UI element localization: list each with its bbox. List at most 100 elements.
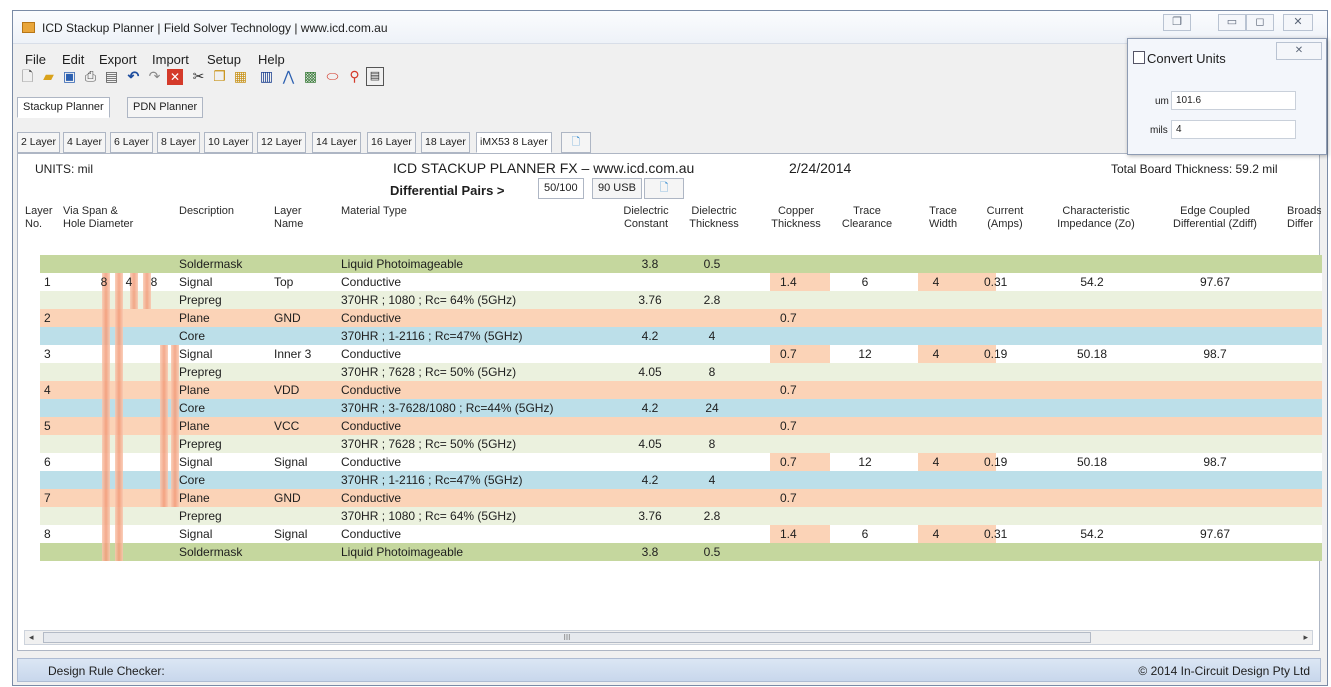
via-diameter-cell[interactable] [122, 381, 136, 399]
material-cell[interactable]: 370HR ; 7628 ; Rc= 50% (5GHz) [341, 435, 621, 453]
material-cell[interactable]: Conductive [341, 417, 621, 435]
layer-name-cell[interactable] [274, 255, 334, 273]
dielectric-constant-cell[interactable] [615, 525, 685, 543]
table-row[interactable]: Prepreg 370HR ; 7628 ; Rc= 50% (5GHz) 4.05… [40, 363, 1322, 381]
menu-edit[interactable]: Edit [62, 52, 84, 67]
layer-no-cell[interactable]: 5 [44, 417, 74, 435]
menu-help[interactable]: Help [258, 52, 285, 67]
copper-thickness-cell[interactable]: 0.7 [780, 381, 820, 399]
layer-name-cell[interactable]: Inner 3 [274, 345, 334, 363]
material-cell[interactable]: Conductive [341, 525, 621, 543]
scroll-right-icon[interactable]: ▸ [1303, 631, 1308, 644]
description-cell[interactable]: Prepreg [179, 291, 269, 309]
differential-impedance-cell[interactable] [1150, 327, 1280, 345]
layer-name-cell[interactable] [274, 327, 334, 345]
current-cell[interactable] [984, 309, 1034, 327]
trace-clearance-cell[interactable] [835, 507, 895, 525]
layer-name-cell[interactable] [274, 435, 334, 453]
trace-width-cell[interactable]: 4 [900, 345, 972, 363]
layer-no-cell[interactable] [44, 507, 74, 525]
current-cell[interactable] [984, 543, 1034, 561]
copper-thickness-cell[interactable]: 0.7 [780, 309, 820, 327]
material-cell[interactable]: Conductive [341, 489, 621, 507]
via-diameter-cell[interactable] [122, 327, 136, 345]
trace-clearance-cell[interactable] [835, 363, 895, 381]
description-cell[interactable]: Prepreg [179, 363, 269, 381]
dielectric-constant-cell[interactable]: 3.8 [615, 255, 685, 273]
trace-width-cell[interactable] [900, 471, 972, 489]
table-row[interactable]: 7 Plane GND Conductive 0.7 [40, 489, 1322, 507]
description-cell[interactable]: Signal [179, 273, 269, 291]
dielectric-thickness-cell[interactable]: 24 [682, 399, 742, 417]
via-diameter-cell[interactable] [97, 453, 111, 471]
dielectric-thickness-cell[interactable]: 2.8 [682, 291, 742, 309]
tab-10-layer[interactable]: 10 Layer [204, 132, 253, 153]
dielectric-constant-cell[interactable]: 3.8 [615, 543, 685, 561]
copper-thickness-cell[interactable]: 0.7 [780, 345, 820, 363]
layer-name-cell[interactable] [274, 471, 334, 489]
current-cell[interactable]: 0.19 [984, 453, 1034, 471]
dielectric-thickness-cell[interactable]: 4 [682, 327, 742, 345]
via-diameter-cell[interactable] [122, 489, 136, 507]
trace-width-cell[interactable] [900, 507, 972, 525]
dielectric-constant-cell[interactable] [615, 453, 685, 471]
via-diameter-cell[interactable] [147, 363, 161, 381]
differential-impedance-cell[interactable]: 97.67 [1150, 525, 1280, 543]
material-cell[interactable]: Liquid Photoimageable [341, 255, 621, 273]
table-row[interactable]: 3 Signal Inner 3 Conductive 0.7 12 4 0.19 50.18 9… [40, 345, 1322, 363]
trace-width-cell[interactable] [900, 543, 972, 561]
material-cell[interactable]: Conductive [341, 273, 621, 291]
maximize-button[interactable]: ◻ [1246, 14, 1274, 31]
convert-close-button[interactable]: ✕ [1276, 42, 1322, 60]
description-cell[interactable]: Signal [179, 345, 269, 363]
differential-impedance-cell[interactable] [1150, 417, 1280, 435]
impedance-cell[interactable] [1040, 417, 1144, 435]
via-diameter-cell[interactable]: 8 [147, 273, 161, 291]
trace-width-cell[interactable]: 4 [900, 453, 972, 471]
paste-icon[interactable]: ▦ [231, 67, 250, 86]
differential-impedance-cell[interactable] [1150, 291, 1280, 309]
impedance-cell[interactable] [1040, 309, 1144, 327]
via-diameter-cell[interactable] [97, 435, 111, 453]
impedance-cell[interactable] [1040, 291, 1144, 309]
copper-thickness-cell[interactable] [780, 507, 820, 525]
impedance-cell[interactable]: 50.18 [1040, 345, 1144, 363]
current-cell[interactable] [984, 435, 1034, 453]
dielectric-thickness-cell[interactable] [682, 273, 742, 291]
trace-clearance-cell[interactable] [835, 543, 895, 561]
trace-clearance-cell[interactable] [835, 255, 895, 273]
differential-impedance-cell[interactable] [1150, 435, 1280, 453]
differential-impedance-cell[interactable] [1150, 471, 1280, 489]
table-row[interactable]: Core 370HR ; 1-2116 ; Rc=47% (5GHz) 4.2 4 [40, 471, 1322, 489]
copper-thickness-cell[interactable] [780, 255, 820, 273]
layer-no-cell[interactable]: 6 [44, 453, 74, 471]
current-cell[interactable] [984, 471, 1034, 489]
trace-clearance-cell[interactable]: 12 [835, 453, 895, 471]
layer-no-cell[interactable] [44, 363, 74, 381]
layer-name-cell[interactable]: VCC [274, 417, 334, 435]
trace-width-cell[interactable] [900, 489, 972, 507]
layer-no-cell[interactable] [44, 471, 74, 489]
via-diameter-cell[interactable] [97, 525, 111, 543]
via-diameter-cell[interactable] [97, 417, 111, 435]
layer-name-cell[interactable] [274, 543, 334, 561]
current-cell[interactable] [984, 507, 1034, 525]
dielectric-thickness-cell[interactable] [682, 453, 742, 471]
current-cell[interactable] [984, 255, 1034, 273]
via-diameter-cell[interactable] [122, 471, 136, 489]
via-diameter-cell[interactable] [97, 327, 111, 345]
via-diameter-cell[interactable] [122, 291, 136, 309]
mils-input[interactable]: 4 [1171, 120, 1296, 139]
close-button[interactable]: ✕ [1283, 14, 1313, 31]
calculator-icon[interactable]: ▩ [301, 67, 320, 86]
table-row[interactable]: 5 Plane VCC Conductive 0.7 [40, 417, 1322, 435]
via-diameter-cell[interactable] [122, 525, 136, 543]
trace-width-cell[interactable] [900, 327, 972, 345]
material-cell[interactable]: 370HR ; 7628 ; Rc= 50% (5GHz) [341, 363, 621, 381]
tab-diff-50-100[interactable]: 50/100 [538, 178, 584, 199]
trace-width-cell[interactable]: 4 [900, 525, 972, 543]
trace-clearance-cell[interactable] [835, 435, 895, 453]
impedance-cell[interactable] [1040, 471, 1144, 489]
trace-width-cell[interactable]: 4 [900, 273, 972, 291]
via-diameter-cell[interactable] [97, 255, 111, 273]
